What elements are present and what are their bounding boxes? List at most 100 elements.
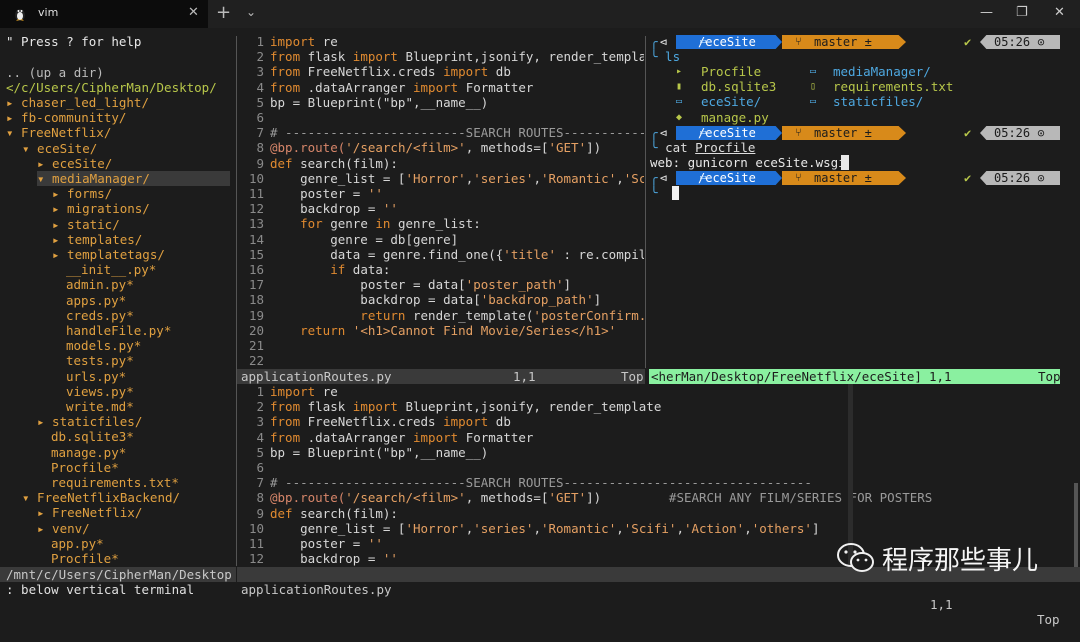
- tree-file[interactable]: models.py*: [66, 338, 141, 353]
- code-token: 'GET': [548, 490, 587, 506]
- code-line[interactable]: 3 from FreeNetflix.creds import db: [240, 414, 940, 429]
- code-line[interactable]: 6: [240, 460, 940, 475]
- tree-folder[interactable]: ▾ mediaManager/: [37, 171, 230, 186]
- code-line[interactable]: 10 genre_list = ['Horror','series','Roma…: [240, 171, 644, 186]
- code-line[interactable]: 10 genre_list = ['Horror','series','Roma…: [240, 521, 940, 536]
- terminal-cursor[interactable]: [672, 186, 679, 200]
- tree-file[interactable]: tests.py*: [66, 353, 134, 368]
- tab-close-icon[interactable]: ✕: [188, 5, 199, 20]
- tree-folder[interactable]: ▸ FreeNetflix/: [37, 505, 142, 520]
- code-line[interactable]: 15 data = genre.find_one({'title' : re.c…: [240, 247, 644, 262]
- code-token: ,: [616, 520, 624, 536]
- code-line[interactable]: 13 for genre in genre_list:: [240, 216, 644, 231]
- code-line[interactable]: 14 genre = db[genre]: [240, 232, 644, 247]
- code-token: '/search/<film>': [345, 490, 466, 506]
- tree-help-text: " Press ? for help: [6, 34, 142, 49]
- code-token: FreeNetflix.creds: [307, 414, 444, 430]
- prompt-os-segment: ⊲: [660, 126, 668, 140]
- code-line[interactable]: 2 from flask import Blueprint,jsonify, re…: [240, 399, 940, 414]
- code-line[interactable]: 22: [240, 353, 644, 368]
- code-line[interactable]: 8 @bp.route('/search/<film>', methods=['G…: [240, 140, 644, 155]
- code-token: '/search/<film>': [345, 140, 466, 156]
- tree-folder[interactable]: ▾ eceSite/: [22, 141, 97, 156]
- status-position: 1,1: [513, 369, 536, 384]
- code-token: import: [413, 79, 466, 95]
- terminal-scrollbar[interactable]: [848, 384, 853, 564]
- code-line[interactable]: 19 return render_template('posterConfirm…: [240, 308, 644, 323]
- code-line[interactable]: 7 # ------------------------SEARCH ROUTES…: [240, 125, 644, 140]
- tree-file[interactable]: Procfile*: [51, 551, 119, 566]
- tree-file[interactable]: admin.py*: [66, 277, 134, 292]
- code-line[interactable]: 1 import re: [240, 34, 644, 49]
- status-path: <herMan/Desktop/FreeNetflix/eceSite]: [651, 369, 922, 384]
- tree-file[interactable]: __init__.py*: [66, 262, 156, 277]
- tree-folder[interactable]: ▸ templatetags/: [52, 247, 165, 262]
- line-number: 9: [256, 155, 264, 171]
- tree-file[interactable]: creds.py*: [66, 308, 134, 323]
- window-scrollbar[interactable]: [1074, 483, 1078, 578]
- command-line: : below vertical terminal: [6, 582, 195, 597]
- minimize-button[interactable]: —: [980, 5, 993, 20]
- code-line[interactable]: 5 bp = Blueprint("bp",__name__): [240, 95, 644, 110]
- status-percent: Top: [1038, 369, 1061, 384]
- tree-file[interactable]: requirements.txt*: [51, 475, 179, 490]
- code-line[interactable]: 8 @bp.route('/search/<film>', methods=['G…: [240, 490, 940, 505]
- code-token: ]: [811, 520, 820, 536]
- code-line[interactable]: 9 def search(film):: [240, 156, 644, 171]
- prompt-dir-segment: /eceSite: [676, 126, 782, 140]
- code-line[interactable]: 11 poster = '': [240, 536, 940, 551]
- code-line[interactable]: 1 import re: [240, 384, 940, 399]
- tab-vim[interactable]: vim ✕: [0, 0, 208, 28]
- code-line[interactable]: 2 from flask import Blueprint,jsonify, re…: [240, 49, 644, 64]
- code-token: for: [270, 216, 331, 232]
- line-number: 3: [256, 414, 264, 430]
- line-number: 10: [248, 170, 264, 186]
- tree-folder[interactable]: ▸ templates/: [52, 232, 142, 247]
- code-line[interactable]: 12 backdrop = '': [240, 201, 644, 216]
- tree-file[interactable]: urls.py*: [66, 369, 126, 384]
- code-token: 'Horror': [405, 520, 466, 536]
- code-line[interactable]: 18 backdrop = data['backdrop_path']: [240, 292, 644, 307]
- tree-folder[interactable]: ▸ staticfiles/: [37, 414, 142, 429]
- code-line[interactable]: 21: [240, 338, 644, 353]
- code-line[interactable]: 11 poster = '': [240, 186, 644, 201]
- code-line[interactable]: 16 if data:: [240, 262, 644, 277]
- tree-up-dir[interactable]: .. (up a dir): [6, 65, 104, 80]
- code-line[interactable]: 17 poster = data['poster_path']: [240, 277, 644, 292]
- code-line[interactable]: 6: [240, 110, 644, 125]
- code-token: Blueprint,jsonify, render_template: [405, 399, 662, 415]
- code-line[interactable]: 20 return '<h1>Cannot Find Movie/Series<…: [240, 323, 644, 338]
- tree-file[interactable]: apps.py*: [66, 293, 126, 308]
- tree-file[interactable]: db.sqlite3*: [51, 429, 134, 444]
- tree-folder[interactable]: ▸ fb-communitty/: [6, 110, 126, 125]
- code-line[interactable]: 9 def search(film):: [240, 506, 940, 521]
- code-line[interactable]: 7 # ------------------------SEARCH ROUTES…: [240, 475, 940, 490]
- tree-file[interactable]: manage.py*: [51, 445, 126, 460]
- tree-folder[interactable]: ▾ FreeNetflix/: [6, 125, 111, 140]
- tree-folder[interactable]: ▸ venv/: [37, 521, 90, 536]
- tree-folder[interactable]: ▸ eceSite/: [37, 156, 112, 171]
- tree-file[interactable]: Procfile*: [51, 460, 119, 475]
- new-tab-button[interactable]: +: [216, 2, 231, 23]
- code-line[interactable]: 3 from FreeNetflix.creds import db: [240, 64, 644, 79]
- tree-folder[interactable]: ▸ migrations/: [52, 201, 150, 216]
- tree-file[interactable]: write.md*: [66, 399, 134, 414]
- tree-folder[interactable]: ▾ FreeNetflixBackend/: [22, 490, 180, 505]
- code-token: 'Scifi': [623, 520, 677, 536]
- code-line[interactable]: 4 from .dataArranger import Formatter: [240, 80, 644, 95]
- code-line[interactable]: 4 from .dataArranger import Formatter: [240, 430, 940, 445]
- maximize-button[interactable]: ❐: [1016, 5, 1028, 20]
- tree-file[interactable]: views.py*: [66, 384, 134, 399]
- terminal-area[interactable]: " Press ? for help .. (up a dir) </c/Users…: [0, 28, 1080, 627]
- ls-icon: ▭: [810, 66, 817, 77]
- code-line[interactable]: 5 bp = Blueprint("bp",__name__): [240, 445, 940, 460]
- tab-dropdown-button[interactable]: ⌄: [246, 5, 256, 19]
- code-line[interactable]: 12 backdrop = '': [240, 551, 940, 566]
- close-button[interactable]: ✕: [1054, 5, 1065, 20]
- tree-folder[interactable]: ▸ chaser_led_light/: [6, 95, 149, 110]
- tree-folder[interactable]: ▸ static/: [52, 217, 120, 232]
- tree-file[interactable]: app.py*: [51, 536, 104, 551]
- line-number: 1: [256, 34, 264, 49]
- tree-folder[interactable]: ▸ forms/: [52, 186, 112, 201]
- tree-file[interactable]: handleFile.py*: [66, 323, 171, 338]
